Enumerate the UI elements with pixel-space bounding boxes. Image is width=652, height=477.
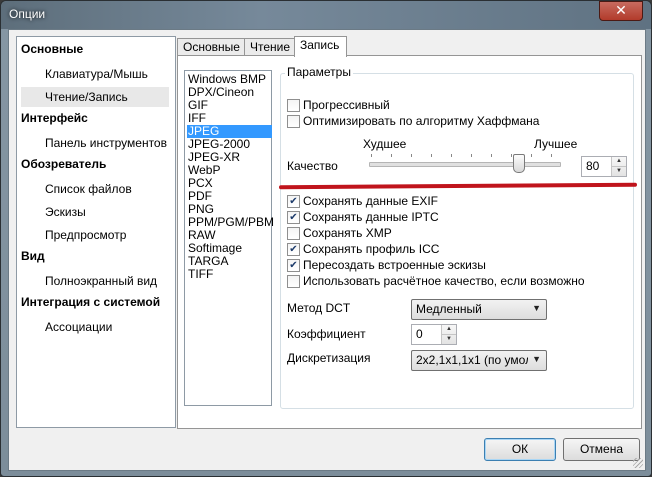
sampling-value: 2x2,1x1,1x1 (по умолча	[416, 353, 528, 367]
xmp-label: Сохранять XMP	[303, 226, 392, 240]
sidebar-item-file-list[interactable]: Список файлов	[21, 179, 169, 199]
spin-up-icon[interactable]: ▲	[442, 325, 456, 335]
quality-value: 80	[586, 159, 600, 173]
slider-track	[369, 162, 561, 167]
sidebar-item-toolbar[interactable]: Панель инструментов	[21, 133, 169, 153]
quality-spin-buttons: ▲ ▼	[611, 157, 626, 176]
slider-tick	[411, 154, 412, 157]
tab-write[interactable]: Запись	[294, 36, 347, 57]
progressive-checkbox[interactable]	[287, 99, 300, 112]
dct-label: Метод DCT	[287, 301, 351, 315]
sidebar-item-thumbnails[interactable]: Эскизы	[21, 202, 169, 222]
coefficient-label: Коэффициент	[287, 327, 366, 341]
spin-down-icon[interactable]: ▼	[442, 335, 456, 344]
sidebar-item-fullscreen[interactable]: Полноэкранный вид	[21, 271, 169, 291]
dct-value: Медленный	[416, 302, 482, 316]
spin-down-icon[interactable]: ▼	[612, 167, 626, 176]
chevron-down-icon: ▼	[532, 303, 541, 313]
quality-stepper[interactable]: 80 ▲ ▼	[581, 156, 627, 177]
huffman-checkbox[interactable]	[287, 115, 300, 128]
sidebar-section-basic[interactable]: Основные	[21, 42, 83, 56]
icc-checkbox[interactable]: ✔	[287, 243, 300, 256]
exif-checkbox[interactable]: ✔	[287, 195, 300, 208]
sampling-label: Дискретизация	[287, 351, 371, 365]
sampling-select[interactable]: 2x2,1x1,1x1 (по умолча ▼	[411, 350, 547, 371]
slider-tick	[491, 154, 492, 157]
slider-thumb[interactable]	[513, 154, 525, 173]
quality-label: Качество	[287, 159, 338, 173]
slider-tick	[471, 154, 472, 157]
sidebar-item-read-write[interactable]: Чтение/Запись	[21, 87, 169, 107]
exif-label: Сохранять данные EXIF	[303, 194, 438, 208]
iptc-label: Сохранять данные IPTC	[303, 210, 439, 224]
slider-tick	[451, 154, 452, 157]
ok-button[interactable]: ОК	[484, 438, 556, 461]
coefficient-stepper[interactable]: 0 ▲ ▼	[411, 324, 457, 345]
coefficient-spin-buttons: ▲ ▼	[441, 325, 456, 344]
slider-tick	[531, 154, 532, 157]
window-title: Опции	[9, 7, 46, 21]
sidebar-section-interface[interactable]: Интерфейс	[21, 111, 88, 125]
icc-label: Сохранять профиль ICC	[303, 242, 440, 256]
tab-read[interactable]: Чтение	[244, 38, 297, 56]
chevron-down-icon: ▼	[532, 354, 541, 364]
slider-tick	[551, 154, 552, 157]
cancel-button[interactable]: Отмена	[563, 438, 640, 461]
slider-tick	[431, 154, 432, 157]
progressive-label: Прогрессивный	[303, 98, 390, 112]
slider-tick	[511, 154, 512, 157]
list-item[interactable]: TIFF	[187, 268, 272, 281]
quality-worse-label: Худшее	[363, 137, 407, 151]
close-icon: ✕	[615, 2, 627, 18]
resize-grip-icon[interactable]	[633, 458, 643, 468]
huffman-label: Оптимизировать по алгоритму Хаффмана	[303, 114, 540, 128]
sidebar-section-browser[interactable]: Обозреватель	[21, 157, 106, 171]
iptc-checkbox[interactable]: ✔	[287, 211, 300, 224]
sidebar-item-keyboard-mouse[interactable]: Клавиатура/Мышь	[21, 64, 169, 84]
sidebar-item-associations[interactable]: Ассоциации	[21, 317, 169, 337]
sidebar: Основные Клавиатура/Мышь Чтение/Запись И…	[16, 36, 176, 428]
slider-tick	[391, 154, 392, 157]
tab-basic[interactable]: Основные	[177, 38, 245, 56]
options-window: Опции ✕ Основные Клавиатура/Мышь Чтение/…	[0, 0, 652, 477]
format-list[interactable]: Windows BMP DPX/Cineon GIF IFF JPEG JPEG…	[184, 70, 274, 406]
close-button[interactable]: ✕	[599, 1, 643, 21]
parameters-group-title: Параметры	[285, 65, 353, 79]
parameters-group: Параметры Прогрессивный Оптимизировать п…	[280, 65, 634, 409]
dialog-content: Основные Клавиатура/Мышь Чтение/Запись И…	[8, 29, 646, 471]
sidebar-section-integration[interactable]: Интеграция с системой	[21, 295, 160, 309]
quality-better-label: Лучшее	[534, 137, 578, 151]
sidebar-item-preview[interactable]: Предпросмотр	[21, 225, 169, 245]
xmp-checkbox[interactable]	[287, 227, 300, 240]
estimated-quality-label: Использовать расчётное качество, если во…	[303, 274, 585, 288]
title-bar[interactable]: Опции ✕	[1, 1, 651, 29]
quality-slider[interactable]	[369, 152, 563, 182]
sidebar-section-view[interactable]: Вид	[21, 249, 45, 263]
tab-panel-write: Windows BMP DPX/Cineon GIF IFF JPEG JPEG…	[177, 55, 642, 429]
coefficient-value: 0	[416, 327, 423, 341]
thumbnails-checkbox[interactable]: ✔	[287, 259, 300, 272]
thumbnails-label: Пересоздать встроенные эскизы	[303, 258, 486, 272]
estimated-quality-checkbox[interactable]	[287, 275, 300, 288]
slider-tick	[371, 154, 372, 157]
spin-up-icon[interactable]: ▲	[612, 157, 626, 167]
dct-select[interactable]: Медленный ▼	[411, 299, 547, 320]
